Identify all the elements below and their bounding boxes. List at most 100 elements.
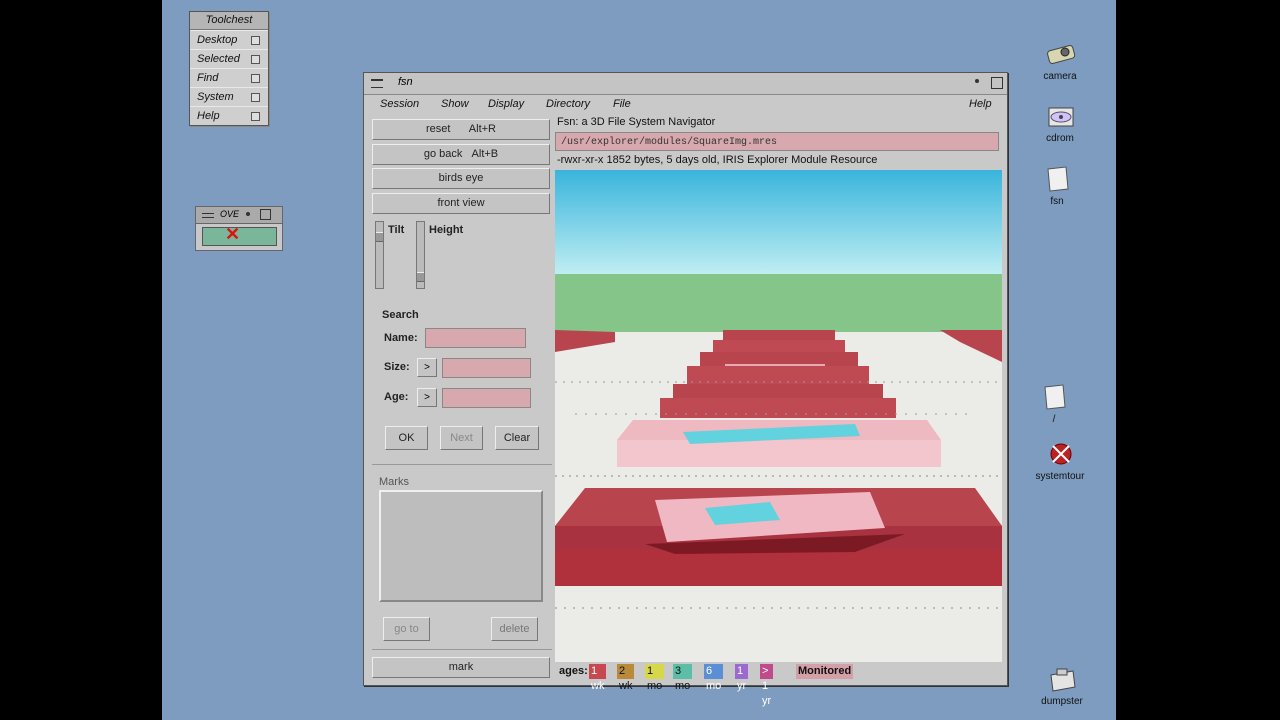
desktop-icon-cdrom[interactable]: cdrom — [1030, 102, 1090, 144]
maximize-icon[interactable] — [260, 209, 271, 220]
front-view-button[interactable]: front view — [372, 193, 550, 214]
ages-label: ages: — [559, 665, 588, 677]
age-1mo: 1 mo — [645, 664, 665, 692]
age-input[interactable] — [442, 388, 531, 408]
size-operator-button[interactable]: > — [417, 358, 437, 377]
go-back-button[interactable]: go back Alt+B — [372, 144, 550, 165]
toolchest-item-system[interactable]: System — [190, 87, 268, 106]
delete-button[interactable]: delete — [491, 617, 538, 641]
icon-label: / — [1052, 414, 1056, 425]
file-block — [723, 330, 835, 340]
marks-list[interactable] — [379, 490, 543, 602]
age-label: Age: — [384, 391, 409, 403]
3d-scene — [555, 170, 1002, 662]
divider — [372, 649, 552, 650]
age-6mo: 6 mo — [704, 664, 724, 692]
root-folder-icon — [1039, 383, 1069, 411]
overview-titlebar[interactable]: OVE — [196, 207, 282, 224]
desktop-icon-camera[interactable]: camera — [1030, 40, 1090, 82]
ok-button[interactable]: OK — [385, 426, 428, 450]
age-3mo: 3 mo — [673, 664, 693, 692]
icon-label: systemtour — [1035, 471, 1085, 482]
window-menu-icon[interactable] — [202, 213, 214, 218]
window-titlebar[interactable]: fsn — [364, 73, 1007, 95]
toolchest-title: Toolchest — [190, 12, 268, 30]
toolchest-item-label: Desktop — [197, 34, 238, 46]
toolchest-item-label: Find — [197, 72, 219, 84]
go-to-button[interactable]: go to — [383, 617, 430, 641]
birds-eye-button[interactable]: birds eye — [372, 168, 550, 189]
menu-directory[interactable]: Directory — [546, 98, 590, 110]
close-x-icon: ✕ — [225, 224, 241, 244]
navigator-title: Fsn: a 3D File System Navigator — [557, 116, 716, 128]
marks-heading: Marks — [379, 476, 409, 488]
toolchest-item-find[interactable]: Find — [190, 68, 268, 87]
tilt-label: Tilt — [388, 224, 405, 236]
name-label: Name: — [384, 332, 418, 344]
clear-button[interactable]: Clear — [495, 426, 539, 450]
button-label: go back — [423, 148, 463, 160]
toolchest-item-label: Help — [197, 110, 220, 122]
overview-window[interactable]: OVE ✕ — [195, 206, 283, 251]
3d-viewport[interactable] — [555, 170, 1002, 662]
menu-session[interactable]: Session — [380, 98, 419, 110]
mark-button[interactable]: mark — [372, 657, 550, 678]
submenu-icon — [251, 74, 260, 83]
navigator-panel: Fsn: a 3D File System Navigator /usr/exp… — [555, 115, 1003, 707]
name-input[interactable] — [425, 328, 526, 348]
window-menu-icon[interactable] — [371, 79, 383, 88]
toolchest-item-label: Selected — [197, 53, 240, 65]
maximize-icon[interactable] — [991, 77, 1003, 89]
height-slider-thumb[interactable] — [417, 272, 424, 282]
file-info: -rwxr-xr-x 1852 bytes, 5 days old, IRIS … — [557, 154, 878, 166]
toolchest-item-selected[interactable]: Selected — [190, 49, 268, 68]
file-block — [713, 340, 845, 352]
tilt-slider-thumb[interactable] — [376, 232, 383, 242]
desktop-icon-root[interactable]: / — [1024, 383, 1084, 425]
next-button[interactable]: Next — [440, 426, 483, 450]
menu-display[interactable]: Display — [488, 98, 524, 110]
file-block — [660, 398, 896, 418]
fsn-window: fsn Session Show Display Directory File … — [363, 72, 1008, 707]
toolchest-item-label: System — [197, 91, 234, 103]
desktop-icon-fsn[interactable]: fsn — [1027, 165, 1087, 207]
submenu-icon — [251, 93, 260, 102]
menu-help[interactable]: Help — [969, 98, 992, 110]
height-slider[interactable] — [416, 221, 425, 289]
monitored-badge: Monitored — [796, 664, 854, 679]
toolchest-item-desktop[interactable]: Desktop — [190, 30, 268, 49]
divider — [372, 464, 552, 465]
submenu-icon — [251, 112, 260, 121]
icon-label: fsn — [1050, 196, 1064, 207]
overview-title: OVE — [220, 209, 240, 219]
control-panel: reset Alt+R go back Alt+B birds eye fron… — [372, 117, 552, 681]
toolchest-item-help[interactable]: Help — [190, 106, 268, 125]
minimize-icon[interactable] — [975, 79, 979, 83]
platform-front — [555, 550, 1002, 586]
ground-horizon — [555, 274, 1002, 332]
toolchest: Toolchest Desktop Selected Find System H… — [189, 11, 269, 126]
age-2wk: 2 wk — [617, 664, 635, 692]
desktop-icon-systemtour[interactable]: systemtour — [1030, 440, 1090, 482]
fsn-file-icon — [1042, 165, 1072, 193]
reset-button[interactable]: reset Alt+R — [372, 119, 550, 140]
submenu-icon — [251, 55, 260, 64]
path-field[interactable]: /usr/explorer/modules/SquareImg.mres — [555, 132, 999, 151]
age-1yr: 1 yr — [735, 664, 749, 692]
tilt-slider[interactable] — [375, 221, 384, 289]
file-block — [700, 352, 858, 366]
desktop-icon-dumpster[interactable]: dumpster — [1032, 665, 1092, 707]
sky — [555, 170, 1002, 274]
file-block — [673, 384, 883, 400]
search-heading: Search — [382, 309, 419, 321]
menubar: Session Show Display Directory File Help — [364, 95, 1007, 115]
menu-show[interactable]: Show — [441, 98, 469, 110]
menu-file[interactable]: File — [613, 98, 631, 110]
camera-icon — [1045, 40, 1076, 68]
height-label: Height — [429, 224, 464, 236]
size-input[interactable] — [442, 358, 531, 378]
icon-label: dumpster — [1041, 696, 1083, 707]
button-shortcut: Alt+B — [471, 148, 499, 160]
minimize-icon[interactable] — [246, 212, 250, 216]
age-operator-button[interactable]: > — [417, 388, 437, 407]
